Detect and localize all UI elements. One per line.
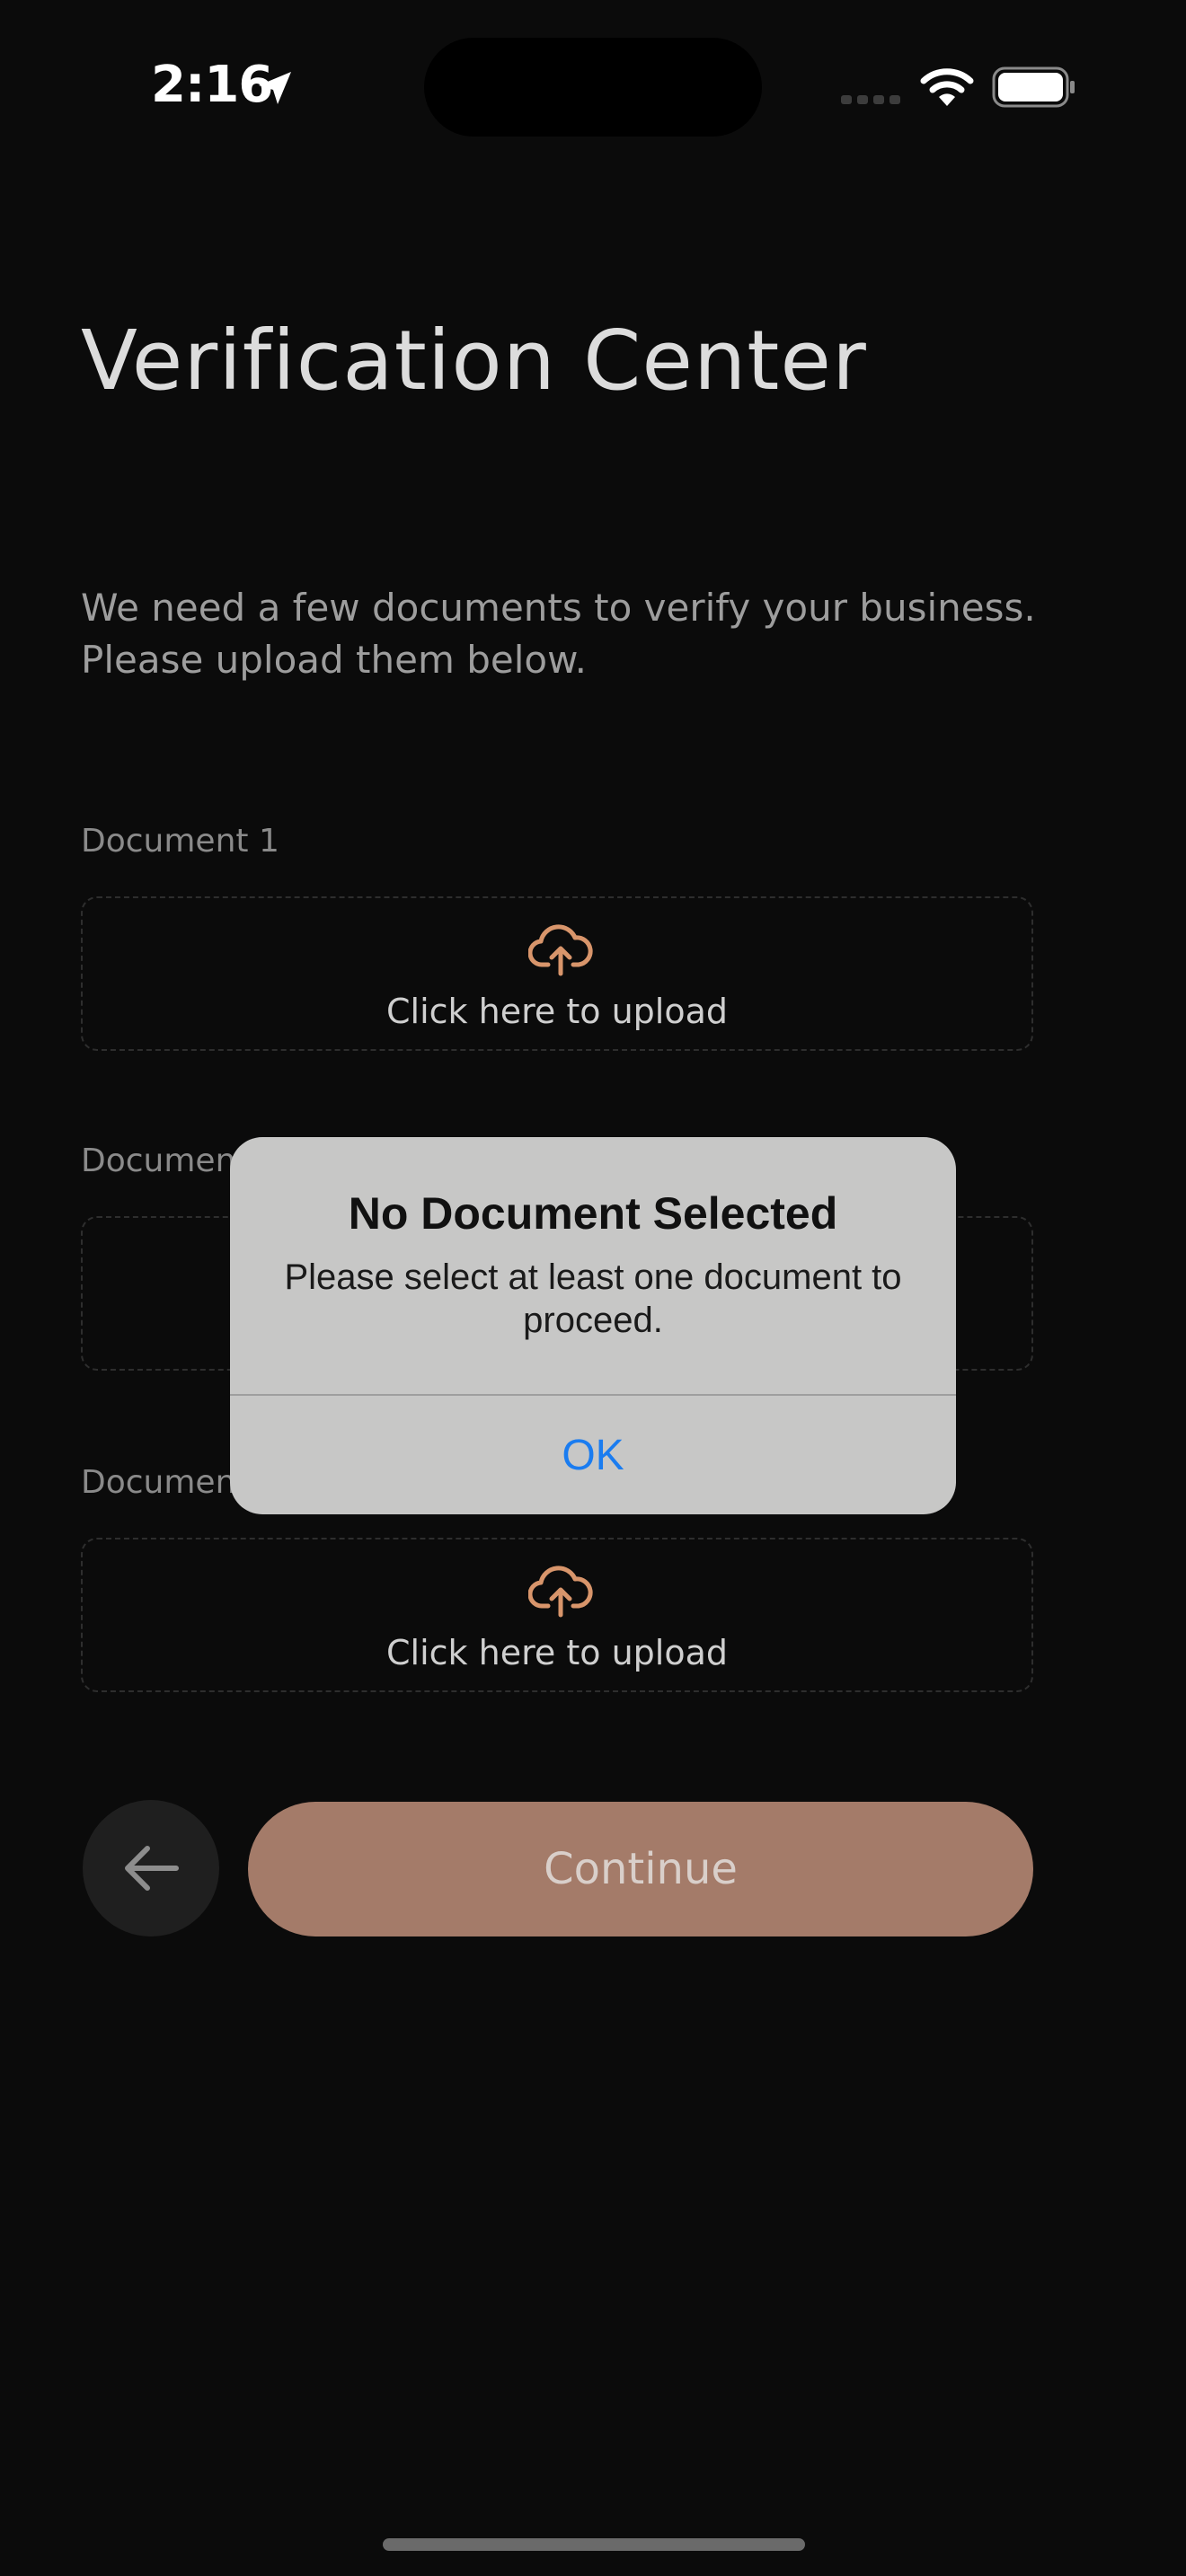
location-arrow-icon <box>259 72 291 104</box>
alert-message: Please select at least one document to p… <box>284 1257 902 1340</box>
dynamic-island <box>424 38 762 137</box>
document-3-upload-box[interactable]: Click here to upload <box>81 1538 1033 1692</box>
document-1-label: Document 1 <box>81 823 279 860</box>
back-button[interactable] <box>83 1800 219 1936</box>
page-title: Verification Center <box>81 313 867 409</box>
verification-screen: 2:16 Verification Center We need a few d… <box>0 0 1186 2576</box>
home-indicator[interactable] <box>383 2538 805 2551</box>
upload-text: Click here to upload <box>386 992 728 1031</box>
document-1-upload-box[interactable]: Click here to upload <box>81 896 1033 1051</box>
continue-button[interactable]: Continue <box>248 1802 1033 1936</box>
cellular-signal-icon <box>841 95 900 104</box>
intro-text: We need a few documents to verify your b… <box>81 586 1036 682</box>
wifi-icon <box>920 68 974 106</box>
cloud-upload-icon <box>528 1566 593 1618</box>
arrow-left-icon <box>125 1846 179 1891</box>
cloud-upload-icon <box>528 924 593 976</box>
alert-title: No Document Selected <box>348 1188 838 1239</box>
alert-dialog: No Document Selected Please select at le… <box>230 1137 956 1514</box>
battery-icon <box>992 66 1075 108</box>
alert-ok-button[interactable]: OK <box>230 1396 956 1514</box>
upload-text: Click here to upload <box>386 1633 728 1672</box>
